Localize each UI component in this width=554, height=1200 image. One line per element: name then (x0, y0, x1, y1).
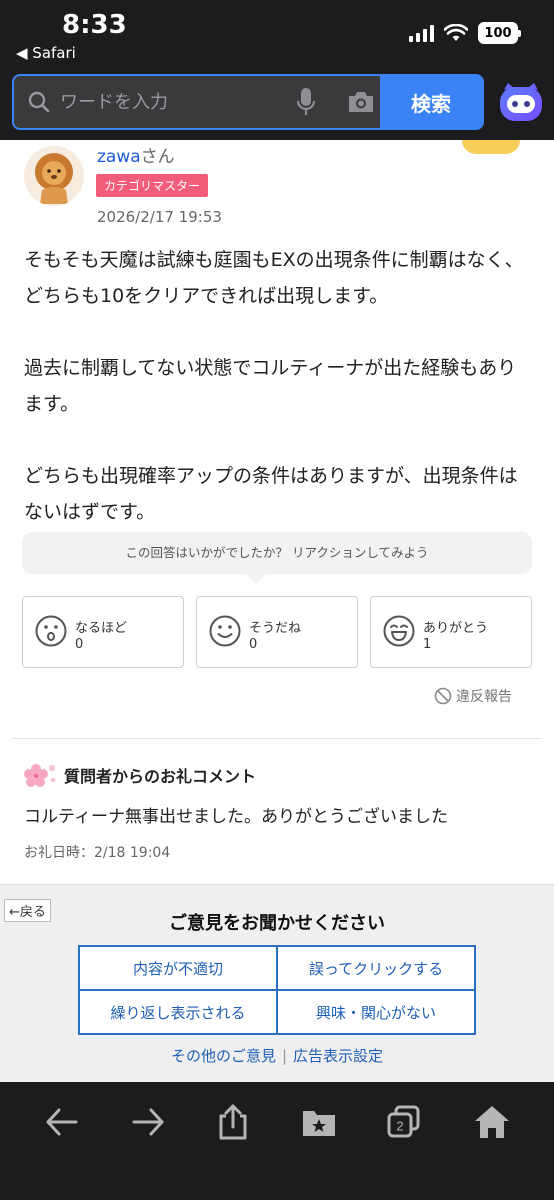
tabs-icon[interactable]: 2 (384, 1102, 424, 1142)
reaction-naruhodo-button[interactable]: なるほど 0 (22, 596, 184, 668)
answerer-name[interactable]: zawaさん (97, 142, 175, 167)
search-bar: 検索 (12, 74, 484, 130)
home-icon[interactable] (472, 1102, 512, 1142)
status-icons: 100 (409, 22, 521, 44)
lion-avatar-icon (24, 146, 84, 206)
microphone-icon[interactable] (296, 87, 316, 117)
search-icon (28, 91, 50, 113)
battery-indicator: 100 (478, 22, 521, 44)
share-icon[interactable] (213, 1102, 253, 1142)
thanks-heading: 質問者からのお礼コメント (22, 760, 256, 790)
reaction-buttons: なるほど 0 そうだね 0 ありがとう 1 (22, 596, 532, 668)
camera-icon[interactable] (346, 90, 376, 114)
category-master-badge: カテゴリマスター (96, 174, 209, 197)
report-link[interactable]: 違反報告 (434, 686, 512, 706)
tab-count: 2 (396, 1119, 403, 1134)
bookmarks-folder-icon[interactable] (299, 1102, 339, 1142)
forward-arrow-icon[interactable] (128, 1102, 168, 1142)
answer-body: そもそも天魔は試練も庭園もEXの出現条件に制覇はなく、どちらも10をクリアできれ… (24, 242, 534, 530)
ad-feedback-panel: ←戻る ご意見をお聞かせください 内容が不適切 誤ってクリックする 繰り返し表示… (0, 884, 554, 1082)
cellular-signal-icon (409, 24, 434, 42)
reaction-label: なるほど (75, 621, 128, 636)
reaction-count: 0 (249, 637, 258, 652)
grinning-face-icon (383, 615, 415, 647)
reaction-soudane-button[interactable]: そうだね 0 (196, 596, 358, 668)
browser-top-bar: 8:33 ◀ Safari 100 ワードを入力 検索 (0, 0, 554, 140)
section-divider (12, 738, 542, 739)
back-to-safari-link[interactable]: ◀ Safari (16, 44, 76, 62)
avatar[interactable] (24, 146, 84, 206)
reaction-arigatou-button[interactable]: ありがとう 1 (370, 596, 532, 668)
thanks-comment: コルティーナ無事出せました。ありがとうございました (24, 807, 448, 827)
reaction-count: 0 (75, 637, 84, 652)
ad-feedback-title: ご意見をお聞かせください (169, 913, 385, 934)
sakura-flower-icon (24, 764, 56, 787)
reaction-label: ありがとう (423, 621, 489, 636)
answer-paragraph: そもそも天魔は試練も庭園もEXの出現条件に制覇はなく、どちらも10をクリアできれ… (24, 249, 524, 307)
thanks-date: お礼日時：2/18 19:04 (24, 845, 171, 861)
ad-option-not-interested[interactable]: 興味・関心がない (277, 990, 475, 1034)
back-arrow-icon[interactable] (42, 1102, 82, 1142)
reaction-prompt: この回答はいかがでしたか？ リアクションしてみよう (22, 532, 532, 584)
reaction-label: そうだね (249, 621, 302, 636)
surprised-face-icon (35, 615, 67, 647)
status-time: 8:33 (62, 10, 127, 40)
answer-paragraph: どちらも出現確率アップの条件はありますが、出現条件はないはずです。 (24, 465, 518, 523)
search-input[interactable] (60, 91, 280, 113)
answer-paragraph: 過去に制覇してない状態でコルティーナが出た経験もあります。 (24, 357, 517, 415)
ad-option-misclick[interactable]: 誤ってクリックする (277, 946, 475, 990)
username-link[interactable]: zawa (97, 147, 141, 167)
answer-date: 2026/2/17 19:53 (97, 208, 222, 226)
thanks-heading-text: 質問者からのお礼コメント (64, 767, 257, 786)
reaction-count: 1 (423, 637, 432, 652)
honorific: さん (140, 147, 175, 167)
ad-option-repeated[interactable]: 繰り返し表示される (79, 990, 277, 1034)
smiling-face-icon (209, 615, 241, 647)
ai-assistant-icon[interactable] (498, 80, 544, 124)
decorative-shape (462, 140, 520, 154)
search-button[interactable]: 検索 (380, 76, 482, 128)
ad-option-inappropriate[interactable]: 内容が不適切 (79, 946, 277, 990)
other-feedback-link[interactable]: その他のご意見 (171, 1047, 276, 1065)
report-label: 違反報告 (456, 689, 512, 705)
link-separator: | (281, 1047, 288, 1065)
ad-footer-links: その他のご意見 | 広告表示設定 (0, 1045, 554, 1066)
search-field[interactable] (14, 76, 380, 128)
ad-settings-link[interactable]: 広告表示設定 (293, 1047, 383, 1065)
ad-feedback-options: 内容が不適切 誤ってクリックする 繰り返し表示される 興味・関心がない (78, 945, 476, 1035)
prohibited-icon (434, 687, 452, 705)
wifi-icon (444, 24, 468, 41)
safari-toolbar: 2 (0, 1082, 554, 1200)
